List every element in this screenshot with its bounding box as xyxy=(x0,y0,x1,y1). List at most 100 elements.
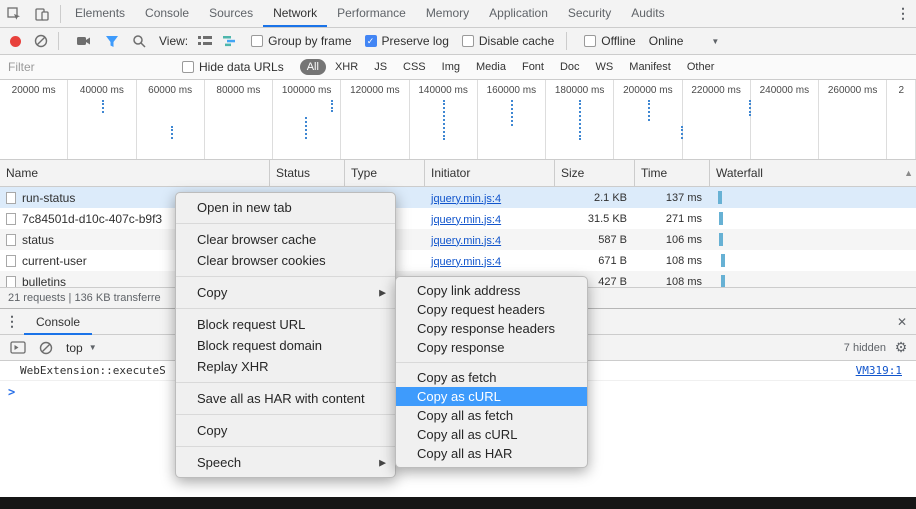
copy-submenu: Copy link address Copy request headers C… xyxy=(395,276,588,468)
menu-item-copy-link-address[interactable]: Copy link address xyxy=(396,281,587,300)
menu-item-block-request-url[interactable]: Block request URL xyxy=(176,314,395,335)
tab-performance[interactable]: Performance xyxy=(327,0,416,27)
filter-pill-media[interactable]: Media xyxy=(469,59,513,75)
menu-item-copy-as-fetch[interactable]: Copy as fetch xyxy=(396,368,587,387)
search-button[interactable] xyxy=(132,34,146,48)
preserve-log-checkbox[interactable]: ✓ Preserve log xyxy=(364,34,449,48)
column-header-time[interactable]: Time xyxy=(635,160,710,186)
column-header-type[interactable]: Type xyxy=(345,160,425,186)
file-icon xyxy=(6,191,16,204)
group-by-frame-checkbox[interactable]: Group by frame xyxy=(251,34,352,48)
initiator-link[interactable]: jquery.min.js:4 xyxy=(431,256,501,268)
capture-screenshots-button[interactable] xyxy=(76,35,92,47)
filter-pill-manifest[interactable]: Manifest xyxy=(622,59,678,75)
record-button[interactable] xyxy=(10,35,21,47)
offline-checkbox[interactable]: Offline xyxy=(584,34,636,48)
tab-security[interactable]: Security xyxy=(558,0,621,27)
waterfall-bar xyxy=(721,275,725,287)
menu-item-save-har[interactable]: Save all as HAR with content xyxy=(176,388,395,409)
drawer-tab-console[interactable]: Console xyxy=(24,309,92,335)
console-settings-gear-icon[interactable]: ⚙ xyxy=(886,339,916,356)
menu-separator xyxy=(176,414,395,415)
execution-context-dropdown[interactable]: top ▼ xyxy=(66,341,97,355)
hidden-messages-count[interactable]: 7 hidden xyxy=(844,342,886,354)
table-row[interactable]: status jquery.min.js:4 587 B 106 ms xyxy=(0,229,916,250)
device-toolbar-button[interactable] xyxy=(28,0,56,27)
menu-item-copy-response[interactable]: Copy response xyxy=(396,338,587,357)
menu-item-copy-all-as-curl[interactable]: Copy all as cURL xyxy=(396,425,587,444)
filter-pill-xhr[interactable]: XHR xyxy=(328,59,365,75)
filter-pill-doc[interactable]: Doc xyxy=(553,59,587,75)
throttling-dropdown[interactable]: Online ▼ xyxy=(649,34,720,48)
tab-elements[interactable]: Elements xyxy=(65,0,135,27)
table-row[interactable]: current-user jquery.min.js:4 671 B 108 m… xyxy=(0,250,916,271)
tab-network[interactable]: Network xyxy=(263,0,327,27)
menu-item-block-request-domain[interactable]: Block request domain xyxy=(176,335,395,356)
devtools-window: Elements Console Sources Network Perform… xyxy=(0,0,916,509)
network-overview-timeline[interactable]: 20000 ms 40000 ms 60000 ms 80000 ms 1000… xyxy=(0,80,916,160)
filter-pill-font[interactable]: Font xyxy=(515,59,551,75)
menu-item-copy-response-headers[interactable]: Copy response headers xyxy=(396,319,587,338)
menu-item-copy-all-as-fetch[interactable]: Copy all as fetch xyxy=(396,406,587,425)
filter-pill-other[interactable]: Other xyxy=(680,59,722,75)
inspect-element-button[interactable] xyxy=(0,0,28,27)
scroll-up-arrow-icon[interactable]: ▲ xyxy=(904,160,913,186)
resource-type-filters: All XHR JS CSS Img Media Font Doc WS Man… xyxy=(298,59,722,75)
filter-input[interactable] xyxy=(8,60,168,74)
console-sidebar-toggle-button[interactable] xyxy=(10,341,26,354)
column-header-status[interactable]: Status xyxy=(270,160,345,186)
menu-item-copy-all-as-har[interactable]: Copy all as HAR xyxy=(396,444,587,463)
menu-item-copy[interactable]: Copy xyxy=(176,420,395,441)
clear-requests-button[interactable] xyxy=(34,34,48,48)
menu-item-replay-xhr[interactable]: Replay XHR xyxy=(176,356,395,377)
column-header-initiator[interactable]: Initiator xyxy=(425,160,555,186)
column-header-waterfall[interactable]: Waterfall ▲ xyxy=(710,160,916,186)
inspect-cursor-icon xyxy=(7,6,20,20)
tab-sources[interactable]: Sources xyxy=(199,0,263,27)
menu-item-copy-parent[interactable]: Copy ▶ xyxy=(176,282,395,303)
menu-separator xyxy=(176,446,395,447)
filter-pill-js[interactable]: JS xyxy=(367,59,394,75)
initiator-link[interactable]: jquery.min.js:4 xyxy=(431,193,501,205)
drawer-menu-kebab-icon[interactable]: ⋮ xyxy=(0,313,24,330)
request-size: 671 B xyxy=(598,254,627,267)
initiator-link[interactable]: jquery.min.js:4 xyxy=(431,235,501,247)
filter-pill-ws[interactable]: WS xyxy=(589,59,621,75)
file-icon xyxy=(6,233,16,246)
tab-console[interactable]: Console xyxy=(135,0,199,27)
column-header-name[interactable]: Name xyxy=(0,160,270,186)
overview-toggle-button[interactable] xyxy=(222,35,238,47)
offline-label: Offline xyxy=(601,34,636,48)
large-rows-toggle-button[interactable] xyxy=(197,35,213,47)
timeline-tick: 240000 ms xyxy=(751,80,819,159)
disable-cache-checkbox[interactable]: Disable cache xyxy=(461,34,554,48)
devtools-menu-kebab-icon[interactable]: ⋮ xyxy=(890,5,916,22)
menu-item-clear-browser-cookies[interactable]: Clear browser cookies xyxy=(176,250,395,271)
activity-mark xyxy=(331,100,333,112)
column-header-size[interactable]: Size xyxy=(555,160,635,186)
tab-application[interactable]: Application xyxy=(479,0,558,27)
group-by-frame-label: Group by frame xyxy=(268,34,352,48)
clear-console-button[interactable] xyxy=(39,341,53,355)
request-size: 2.1 KB xyxy=(593,191,627,204)
console-sidebar-icon xyxy=(10,341,26,354)
filter-pill-all[interactable]: All xyxy=(299,59,326,75)
menu-item-copy-as-curl[interactable]: Copy as cURL xyxy=(396,387,587,406)
table-row[interactable]: 7c84501d-d10c-407c-b9f3 jquery.min.js:4 … xyxy=(0,208,916,229)
request-size: 587 B xyxy=(598,233,627,246)
hide-data-urls-checkbox[interactable]: Hide data URLs xyxy=(182,60,284,74)
filter-toggle-button[interactable] xyxy=(105,35,119,48)
filter-pill-img[interactable]: Img xyxy=(435,59,467,75)
menu-item-open-in-new-tab[interactable]: Open in new tab xyxy=(176,197,395,218)
console-message-source-link[interactable]: VM319:1 xyxy=(856,364,902,377)
menu-item-copy-request-headers[interactable]: Copy request headers xyxy=(396,300,587,319)
filter-pill-css[interactable]: CSS xyxy=(396,59,433,75)
menu-item-clear-browser-cache[interactable]: Clear browser cache xyxy=(176,229,395,250)
tab-memory[interactable]: Memory xyxy=(416,0,479,27)
request-name: run-status xyxy=(22,190,76,205)
tab-audits[interactable]: Audits xyxy=(621,0,674,27)
menu-item-speech[interactable]: Speech ▶ xyxy=(176,452,395,473)
initiator-link[interactable]: jquery.min.js:4 xyxy=(431,214,501,226)
table-row[interactable]: run-status jquery.min.js:4 2.1 KB 137 ms xyxy=(0,187,916,208)
drawer-close-icon[interactable]: ✕ xyxy=(888,315,916,329)
